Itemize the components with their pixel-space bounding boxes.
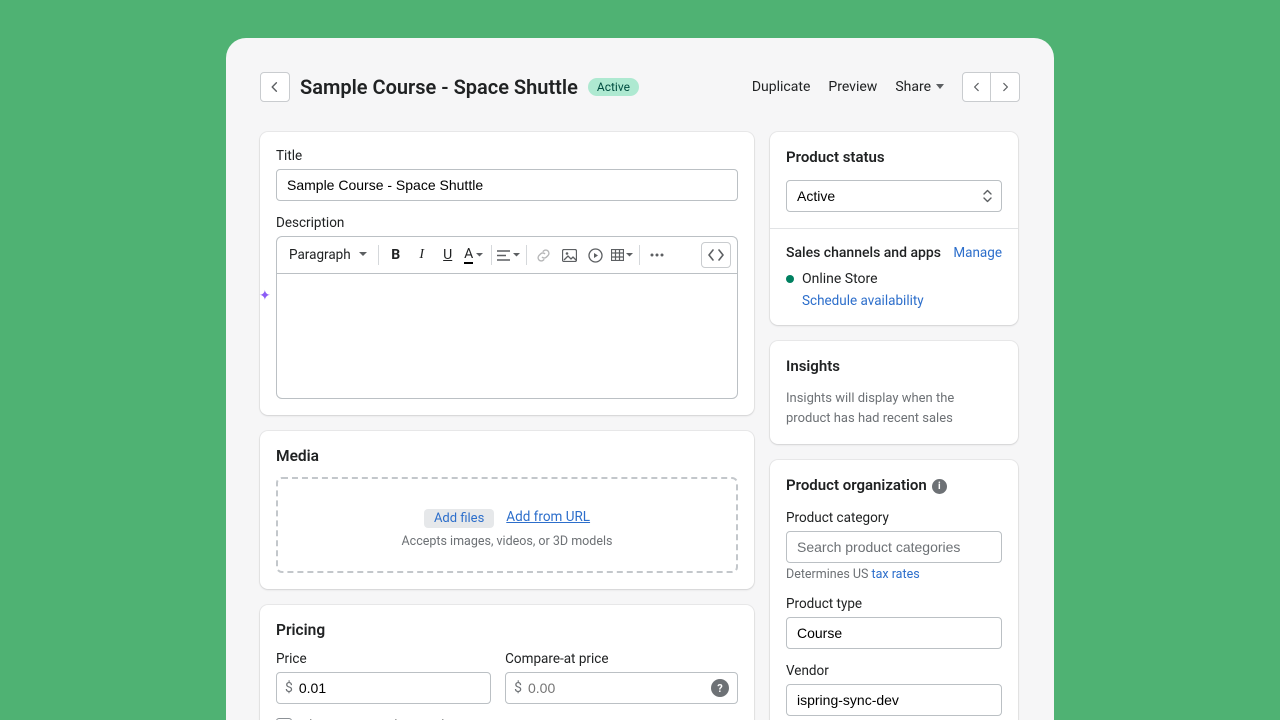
price-input[interactable] (297, 673, 482, 703)
vendor-label: Vendor (786, 663, 1002, 679)
vendor-input[interactable] (786, 684, 1002, 716)
share-label: Share (895, 79, 931, 95)
image-button[interactable] (558, 243, 582, 267)
duplicate-button[interactable]: Duplicate (752, 79, 811, 95)
media-hint: Accepts images, videos, or 3D models (288, 534, 726, 549)
editor-toolbar: Paragraph B I U A (276, 236, 738, 273)
caret-down-icon (936, 84, 944, 90)
org-title: Product organizationi (786, 476, 1002, 494)
status-title: Product status (786, 148, 1002, 166)
status-select[interactable] (786, 180, 1002, 212)
status-badge: Active (588, 78, 639, 96)
channel-name: Online Store (802, 271, 878, 287)
underline-button[interactable]: U (436, 243, 460, 267)
media-card: Media Add files Add from URL Accepts ima… (260, 431, 754, 589)
pricing-title: Pricing (276, 621, 738, 639)
title-label: Title (276, 148, 738, 164)
share-button[interactable]: Share (895, 79, 944, 95)
italic-button[interactable]: I (410, 243, 434, 267)
currency-symbol: $ (514, 680, 522, 696)
category-label: Product category (786, 510, 1002, 526)
help-icon[interactable]: ? (711, 679, 729, 697)
insights-card: Insights Insights will display when the … (770, 341, 1018, 444)
preview-button[interactable]: Preview (828, 79, 877, 95)
pricing-card: Pricing Price $ Compare-at price $ (260, 605, 754, 720)
description-label: Description (276, 215, 738, 231)
prev-button[interactable] (963, 73, 991, 101)
status-card: Product status Sales channels and apps M… (770, 132, 1018, 325)
price-label: Price (276, 651, 491, 667)
page-title: Sample Course - Space Shuttle (300, 75, 578, 99)
title-input[interactable] (276, 169, 738, 201)
more-button[interactable] (645, 243, 669, 267)
media-title: Media (276, 447, 738, 465)
currency-symbol: $ (285, 680, 293, 696)
organization-card: Product organizationi Product category D… (770, 460, 1018, 720)
back-button[interactable] (260, 72, 290, 102)
add-files-button[interactable]: Add files (424, 509, 494, 528)
video-button[interactable] (584, 243, 608, 267)
ai-sparkle-icon[interactable]: ✦ (259, 288, 271, 304)
media-dropzone[interactable]: Add files Add from URL Accepts images, v… (276, 477, 738, 573)
bold-button[interactable]: B (384, 243, 408, 267)
channels-title: Sales channels and apps (786, 245, 941, 261)
tax-rates-link[interactable]: tax rates (872, 567, 920, 582)
insights-text: Insights will display when the product h… (786, 389, 1002, 428)
schedule-link[interactable]: Schedule availability (802, 293, 1002, 309)
table-button[interactable] (610, 243, 634, 267)
status-dot-icon (786, 275, 794, 283)
caret-down-icon (359, 252, 367, 257)
text-color-button[interactable]: A (462, 243, 486, 267)
compare-label: Compare-at price (505, 651, 738, 667)
type-label: Product type (786, 596, 1002, 612)
compare-price-input[interactable] (526, 673, 711, 703)
manage-link[interactable]: Manage (953, 245, 1002, 261)
info-icon[interactable]: i (932, 479, 947, 494)
type-input[interactable] (786, 617, 1002, 649)
title-card: Title Description Paragraph B I U A (260, 132, 754, 415)
align-button[interactable] (497, 243, 521, 267)
add-from-url-link[interactable]: Add from URL (506, 509, 590, 528)
category-input[interactable] (786, 531, 1002, 563)
description-editor[interactable]: ✦ (276, 273, 738, 399)
link-button[interactable] (532, 243, 556, 267)
next-button[interactable] (991, 73, 1019, 101)
category-hint: Determines US tax rates (786, 567, 1002, 582)
insights-title: Insights (786, 357, 1002, 375)
code-view-button[interactable] (701, 242, 731, 268)
